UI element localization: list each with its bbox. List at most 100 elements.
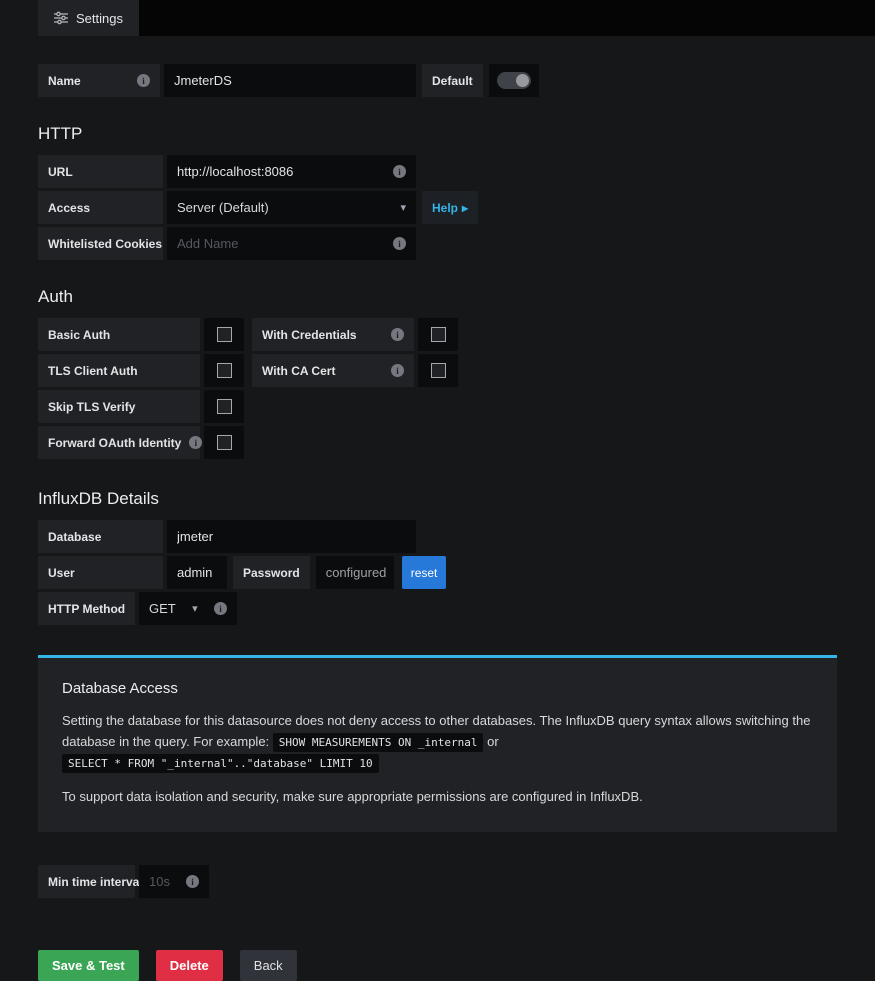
- http-method-label-text: HTTP Method: [48, 601, 126, 616]
- cookies-row: Whitelisted Cookies i: [38, 227, 837, 260]
- checkbox-square: [430, 363, 446, 378]
- info-icon: i: [213, 602, 227, 615]
- forward-oauth-label: Forward OAuth Identity i: [38, 426, 203, 459]
- access-select-value: Server (Default): [177, 200, 269, 215]
- min-interval-field: i: [139, 865, 209, 899]
- infobox-paragraph-2: To support data isolation and security, …: [62, 789, 643, 805]
- cookies-input[interactable]: [177, 236, 385, 251]
- url-label: URL: [38, 155, 163, 188]
- info-icon: i: [189, 436, 203, 449]
- http-method-label: HTTP Method: [38, 592, 135, 625]
- action-buttons: Save & Test Delete Back: [38, 950, 837, 981]
- checkbox-square: [430, 327, 446, 342]
- toggle-pill: [496, 72, 531, 89]
- back-button[interactable]: Back: [239, 950, 297, 981]
- help-button[interactable]: Help ▸: [422, 191, 479, 224]
- basic-auth-label-text: Basic Auth: [48, 327, 111, 342]
- http-section-title: HTTP: [38, 124, 83, 143]
- database-access-infobox: Database Access Setting the database for…: [38, 655, 837, 833]
- info-icon: i: [137, 74, 150, 87]
- name-input[interactable]: [174, 73, 406, 88]
- basic-auth-row: Basic Auth: [38, 318, 244, 351]
- info-icon: i: [391, 328, 404, 341]
- min-interval-label-text: Min time interval: [48, 874, 143, 889]
- http-method-row: HTTP Method GET ▾ i: [38, 592, 837, 625]
- min-interval-row: Min time interval i: [38, 865, 837, 899]
- user-input[interactable]: [177, 565, 217, 580]
- default-label: Default: [422, 64, 483, 97]
- chevron-down-icon: ▾: [192, 603, 198, 615]
- with-ca-cert-label-text: With CA Cert: [262, 363, 336, 378]
- user-label-text: User: [48, 565, 75, 580]
- url-row: URL i: [38, 155, 837, 188]
- url-input[interactable]: [177, 164, 385, 179]
- password-label: Password: [233, 556, 310, 589]
- password-status-field: configured: [315, 556, 394, 589]
- database-row: Database: [38, 520, 837, 553]
- basic-auth-label: Basic Auth: [38, 318, 200, 351]
- auth-right-column: With Credentials i With CA Cert i: [252, 318, 458, 390]
- forward-oauth-checkbox[interactable]: [204, 426, 244, 459]
- auth-grid: Basic Auth TLS Client Auth Skip TLS Veri…: [38, 318, 837, 462]
- default-label-text: Default: [432, 73, 473, 88]
- with-ca-cert-checkbox[interactable]: [418, 354, 458, 387]
- name-label: Name i: [38, 64, 160, 97]
- database-label: Database: [38, 520, 163, 553]
- code-show-measurements: SHOW MEASUREMENTS ON _internal: [272, 732, 484, 752]
- access-select[interactable]: Server (Default) ▾: [167, 191, 416, 224]
- checkbox-square: [216, 399, 232, 414]
- header-spacer: [0, 0, 38, 36]
- cookies-label-text: Whitelisted Cookies: [48, 236, 163, 251]
- auth-left-column: Basic Auth TLS Client Auth Skip TLS Veri…: [38, 318, 244, 462]
- tls-client-auth-label-text: TLS Client Auth: [48, 363, 138, 378]
- influx-section-title: InfluxDB Details: [38, 489, 159, 508]
- database-input[interactable]: [177, 529, 406, 544]
- database-label-text: Database: [48, 529, 102, 544]
- infobox-text-or: or: [487, 733, 499, 749]
- tls-client-auth-checkbox[interactable]: [204, 354, 244, 387]
- with-credentials-row: With Credentials i: [252, 318, 458, 351]
- toggle-knob: [515, 74, 529, 87]
- auth-section-title: Auth: [38, 287, 73, 306]
- tls-client-auth-label: TLS Client Auth: [38, 354, 200, 387]
- checkbox-square: [216, 327, 232, 342]
- skip-tls-verify-checkbox[interactable]: [204, 390, 244, 423]
- delete-button[interactable]: Delete: [155, 950, 223, 981]
- access-label-text: Access: [48, 200, 91, 215]
- basic-auth-checkbox[interactable]: [204, 318, 244, 351]
- infobox-title: Database Access: [62, 680, 178, 697]
- url-label-text: URL: [48, 164, 73, 179]
- skip-tls-verify-row: Skip TLS Verify: [38, 390, 244, 423]
- http-method-select[interactable]: GET ▾ i: [139, 592, 237, 625]
- forward-oauth-row: Forward OAuth Identity i: [38, 426, 244, 459]
- password-label-text: Password: [243, 565, 300, 580]
- default-toggle[interactable]: [488, 64, 539, 97]
- info-icon: i: [186, 875, 199, 889]
- save-test-button[interactable]: Save & Test: [38, 950, 139, 981]
- sliders-icon: [54, 11, 68, 25]
- chevron-right-icon: ▸: [462, 200, 469, 215]
- settings-form: Name i Default HTTP URL i Access Serv: [0, 64, 875, 981]
- name-label-text: Name: [48, 73, 81, 88]
- min-interval-label: Min time interval: [38, 865, 143, 899]
- with-credentials-label-text: With Credentials: [262, 327, 357, 342]
- cookies-label: Whitelisted Cookies: [38, 227, 163, 260]
- tls-client-auth-row: TLS Client Auth: [38, 354, 244, 387]
- access-label: Access: [38, 191, 163, 224]
- http-method-value: GET: [149, 601, 176, 616]
- with-credentials-checkbox[interactable]: [418, 318, 458, 351]
- password-reset-button[interactable]: reset: [401, 556, 447, 589]
- url-field: i: [167, 155, 416, 188]
- tab-settings[interactable]: Settings: [38, 0, 139, 36]
- min-interval-input[interactable]: [149, 874, 178, 890]
- code-select-limit: SELECT * FROM "_internal".."database" LI…: [62, 753, 379, 773]
- info-icon: i: [393, 165, 406, 178]
- chevron-down-icon: ▾: [400, 202, 406, 214]
- help-button-label: Help: [432, 200, 459, 215]
- password-status-text: configured: [325, 565, 387, 580]
- infobox-paragraph-1: Setting the database for this datasource…: [62, 711, 813, 773]
- checkbox-square: [216, 435, 232, 450]
- info-icon: i: [391, 364, 404, 377]
- user-label: User: [38, 556, 163, 589]
- tab-settings-label: Settings: [76, 10, 123, 26]
